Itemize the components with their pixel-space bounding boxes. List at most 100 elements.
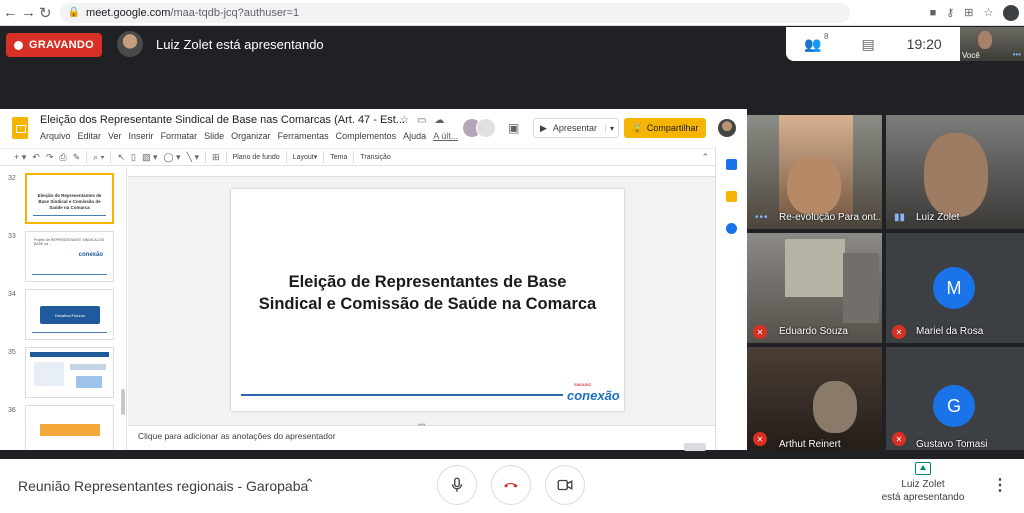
recording-label: GRAVANDO: [29, 39, 94, 51]
participant-tile[interactable]: M ✕ Mariel da Rosa: [886, 233, 1024, 343]
participant-video: [787, 157, 841, 215]
line-icon[interactable]: ╲ ▾: [187, 152, 199, 163]
participant-tile[interactable]: ✕ Eduardo Souza: [747, 233, 882, 343]
document-title[interactable]: Eleição dos Representante Sindical de Ba…: [40, 114, 405, 126]
new-slide-icon[interactable]: + ▾: [14, 152, 26, 163]
redo-icon[interactable]: ↷: [46, 152, 54, 163]
account-avatar[interactable]: [718, 119, 736, 137]
share-button[interactable]: 🔒 Compartilhar: [624, 118, 706, 138]
filmstrip-scrollbar[interactable]: [121, 389, 125, 415]
shared-screen: Eleição dos Representante Sindical de Ba…: [0, 109, 747, 451]
thumbnail-row[interactable]: 35: [0, 347, 126, 403]
more-options-icon[interactable]: ⋮: [992, 475, 1008, 495]
menu-ver[interactable]: Ver: [108, 131, 122, 141]
chevron-up-icon[interactable]: ⌃: [701, 152, 709, 163]
zoom-icon[interactable]: ⌕ ▾: [93, 152, 104, 163]
menu-ajuda[interactable]: Ajuda: [403, 131, 426, 141]
menu-ferramentas[interactable]: Ferramentas: [278, 131, 329, 141]
menu-inserir[interactable]: Inserir: [129, 131, 154, 141]
move-folder-icon[interactable]: ▭: [417, 115, 426, 126]
chevron-up-icon[interactable]: ⌃: [304, 476, 315, 492]
shape-icon[interactable]: ◯ ▾: [163, 152, 180, 163]
image-icon[interactable]: ▨ ▾: [142, 152, 158, 163]
thumbnail-row[interactable]: 33 Projeto de REPRESENTANTE SINDICAL DE …: [0, 231, 126, 287]
record-dot-icon: [14, 40, 23, 50]
speaker-notes[interactable]: ••• Clique para adicionar as anotações d…: [128, 422, 715, 451]
transition-button[interactable]: Transição: [360, 154, 390, 161]
lock-icon: 🔒: [631, 122, 643, 133]
profile-avatar[interactable]: [1003, 4, 1020, 21]
text-box-icon[interactable]: ▯: [131, 152, 136, 163]
participant-count: 8: [823, 31, 829, 41]
menu-organizar[interactable]: Organizar: [231, 131, 271, 141]
camera-icon[interactable]: ■: [930, 7, 937, 19]
participant-tile[interactable]: ▮▮ Luiz Zolet: [886, 115, 1024, 229]
chevron-down-icon[interactable]: ▾: [604, 123, 614, 133]
present-label: Apresentar: [552, 123, 597, 133]
people-icon[interactable]: 👥 8: [804, 32, 828, 53]
layout-button[interactable]: Layout▾: [293, 153, 318, 161]
undo-icon[interactable]: ↶: [32, 152, 40, 163]
paint-format-icon[interactable]: ✎: [73, 152, 81, 163]
participant-video: [924, 133, 988, 217]
hang-up-button[interactable]: [491, 465, 531, 505]
slide-thumbnail[interactable]: Projeto de REPRESENTANTE SINDICAL DE BAS…: [25, 231, 114, 282]
address-bar[interactable]: 🔒 meet.google.com/maa-tqdb-jcq?authuser=…: [59, 2, 850, 23]
chat-icon[interactable]: ▤: [861, 36, 874, 53]
presenting-status[interactable]: Luiz Zolet está apresentando: [868, 462, 978, 504]
thumbnail-row[interactable]: 36: [0, 405, 126, 450]
star-icon[interactable]: ☆: [984, 6, 994, 19]
collaborator-avatar[interactable]: [476, 118, 496, 138]
translate-icon[interactable]: ⊞: [964, 6, 973, 19]
menu-complementos[interactable]: Complementos: [336, 131, 397, 141]
thumbnail-row[interactable]: 34 Desafios Futuros: [0, 289, 126, 345]
print-icon[interactable]: ⎙: [59, 152, 66, 163]
participant-avatar: M: [933, 267, 975, 309]
slide-title[interactable]: Eleição de Representantes de Base Sindic…: [231, 271, 624, 315]
meeting-clock: 19:20: [906, 36, 942, 52]
side-panel: [715, 147, 747, 450]
menu-editar[interactable]: Editar: [78, 131, 102, 141]
slide-thumbnail[interactable]: [25, 405, 114, 450]
slide-thumbnail[interactable]: Eleição de Representantes de Base Sindic…: [25, 173, 114, 224]
slide-number: 35: [8, 349, 16, 356]
star-icon[interactable]: ☆: [400, 115, 409, 126]
current-slide[interactable]: Eleição de Representantes de Base Sindic…: [231, 189, 624, 411]
participant-tile[interactable]: ✕ Arthut Reinert: [747, 347, 882, 450]
participant-tile[interactable]: G ✕ Gustavo Tomasi: [886, 347, 1024, 450]
participant-video: [843, 253, 879, 323]
calendar-icon[interactable]: [726, 159, 737, 170]
back-icon[interactable]: ←: [3, 2, 18, 24]
menu-slide[interactable]: Slide: [204, 131, 224, 141]
comments-icon[interactable]: ▣: [508, 121, 519, 135]
meeting-info-panel: 👥 8 ▤ 19:20: [786, 27, 960, 61]
keep-icon[interactable]: [726, 191, 737, 202]
explore-button[interactable]: [684, 443, 706, 451]
slide-thumbnail[interactable]: Desafios Futuros: [25, 289, 114, 340]
present-button[interactable]: ▶ Apresentar ▾: [533, 118, 619, 138]
resize-handle-icon[interactable]: •••: [418, 422, 425, 429]
theme-button[interactable]: Tema: [330, 154, 347, 161]
key-icon[interactable]: ⚷: [946, 6, 954, 19]
participant-tile[interactable]: ••• Re-evolução Para ont...: [747, 115, 882, 229]
meeting-name[interactable]: Reunião Representantes regionais - Garop…: [18, 478, 308, 494]
thumbnail-row[interactable]: 32 Eleição de Representantes de Base Sin…: [0, 173, 126, 229]
slide-thumbnail[interactable]: [25, 347, 114, 398]
tasks-icon[interactable]: [726, 223, 737, 234]
thumbnail-text: Projeto de REPRESENTANTE SINDICAL DE BAS…: [34, 238, 105, 246]
participant-video: [813, 381, 857, 433]
menu-formatar[interactable]: Formatar: [161, 131, 198, 141]
forward-icon[interactable]: →: [21, 2, 36, 24]
select-icon[interactable]: ↖: [117, 152, 125, 163]
menu-arquivo[interactable]: Arquivo: [40, 131, 71, 141]
reload-icon[interactable]: ↻: [39, 2, 52, 24]
microphone-button[interactable]: [437, 465, 477, 505]
presenting-status-text: está apresentando: [881, 492, 965, 503]
self-view-tile[interactable]: Você •••: [960, 27, 1024, 61]
last-edit-link[interactable]: A últ...: [433, 131, 458, 141]
slide-divider: [241, 394, 563, 396]
camera-button[interactable]: [545, 465, 585, 505]
comment-add-icon[interactable]: ⊞: [212, 152, 220, 163]
slides-logo-icon[interactable]: [12, 117, 28, 139]
background-button[interactable]: Plano de fundo: [233, 154, 280, 161]
